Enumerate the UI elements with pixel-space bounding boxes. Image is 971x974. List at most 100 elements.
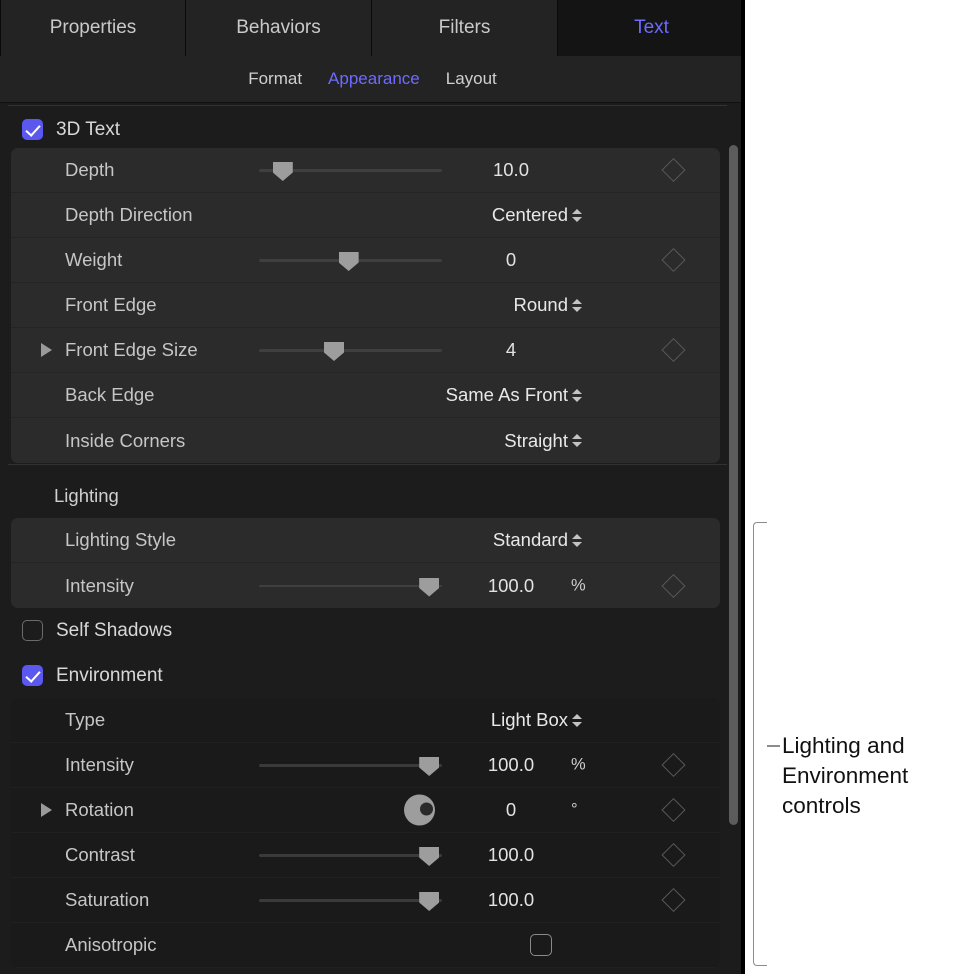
unit-env-intensity: %	[571, 755, 586, 774]
row-inside-corners[interactable]: Inside Corners Straight	[11, 418, 720, 463]
rotation-dial[interactable]	[404, 794, 435, 826]
value-env-type[interactable]: Light Box	[491, 709, 568, 731]
row-front-edge-size[interactable]: Front Edge Size 4	[11, 328, 720, 373]
slider-env-contrast[interactable]	[259, 845, 442, 866]
chevron-updown-icon[interactable]	[572, 530, 582, 550]
slider-knob[interactable]	[338, 252, 359, 271]
keyframe-icon[interactable]	[661, 842, 686, 868]
slider-track	[259, 584, 442, 587]
label-env-saturation: Saturation	[65, 889, 150, 910]
slider-weight[interactable]	[259, 250, 442, 271]
tab-filters[interactable]: Filters	[372, 0, 558, 56]
value-env-saturation[interactable]: 100.0	[451, 889, 571, 911]
row-3d-text[interactable]: 3D Text	[0, 107, 728, 152]
row-env-anisotropic[interactable]: Anisotropic	[11, 923, 720, 968]
value-front-edge-size[interactable]: 4	[451, 339, 571, 361]
checkbox-3d-text[interactable]	[22, 119, 43, 140]
row-env-saturation[interactable]: Saturation 100.0	[11, 878, 720, 923]
slider-front-edge-size[interactable]	[259, 340, 442, 361]
label-inside-corners: Inside Corners	[65, 429, 186, 451]
tab-behaviors[interactable]: Behaviors	[186, 0, 372, 56]
text-inspector-panel: Properties Behaviors Filters Text Format…	[0, 0, 745, 974]
label-3d-text: 3D Text	[56, 118, 121, 140]
chevron-updown-icon[interactable]	[572, 710, 582, 730]
row-back-edge[interactable]: Back Edge Same As Front	[11, 373, 720, 418]
keyframe-icon[interactable]	[661, 752, 686, 778]
keyframe-icon[interactable]	[661, 337, 686, 363]
label-lighting-intensity: Intensity	[65, 574, 134, 596]
label-depth: Depth	[65, 159, 115, 180]
value-lighting-intensity[interactable]: 100.0	[451, 575, 571, 597]
slider-depth[interactable]	[259, 160, 442, 181]
label-env-anisotropic: Anisotropic	[65, 934, 157, 955]
row-weight[interactable]: Weight 0	[11, 238, 720, 283]
value-env-contrast[interactable]: 100.0	[451, 844, 571, 866]
label-env-type: Type	[65, 709, 106, 730]
group-lighting: Lighting Style Standard Intensity 100.0 …	[11, 518, 720, 608]
slider-env-intensity[interactable]	[259, 755, 442, 776]
chevron-updown-icon[interactable]	[572, 295, 582, 315]
slider-knob[interactable]	[419, 892, 440, 911]
inspector-subtab-bar: Format Appearance Layout	[0, 56, 745, 103]
keyframe-icon[interactable]	[661, 247, 686, 273]
row-environment[interactable]: Environment	[0, 653, 728, 698]
label-self-shadows: Self Shadows	[56, 619, 173, 641]
chevron-updown-icon[interactable]	[572, 205, 582, 225]
value-inside-corners[interactable]: Straight	[504, 430, 568, 452]
row-env-contrast[interactable]: Contrast 100.0	[11, 833, 720, 878]
row-front-edge[interactable]: Front Edge Round	[11, 283, 720, 328]
value-weight[interactable]: 0	[451, 249, 571, 271]
value-lighting-style[interactable]: Standard	[493, 529, 568, 551]
row-lighting-intensity[interactable]: Intensity 100.0 %	[11, 563, 720, 608]
row-self-shadows[interactable]: Self Shadows	[0, 608, 728, 653]
label-lighting: Lighting	[54, 484, 119, 506]
tab-text[interactable]: Text	[558, 0, 745, 56]
label-env-contrast: Contrast	[65, 844, 135, 865]
keyframe-icon[interactable]	[661, 797, 686, 823]
value-back-edge[interactable]: Same As Front	[446, 384, 568, 406]
tab-properties[interactable]: Properties	[0, 0, 186, 56]
row-depth[interactable]: Depth 10.0	[11, 148, 720, 193]
label-front-edge: Front Edge	[65, 294, 157, 315]
slider-knob[interactable]	[419, 757, 440, 776]
screenshot-root: Properties Behaviors Filters Text Format…	[0, 0, 971, 974]
subtab-layout[interactable]: Layout	[446, 69, 497, 89]
value-depth-direction[interactable]: Centered	[492, 204, 568, 226]
subtab-appearance[interactable]: Appearance	[328, 69, 420, 89]
value-env-intensity[interactable]: 100.0	[451, 754, 571, 776]
scrollbar-track[interactable]	[727, 103, 741, 974]
chevron-updown-icon[interactable]	[572, 431, 582, 451]
row-env-type[interactable]: Type Light Box	[11, 698, 720, 743]
slider-knob[interactable]	[419, 577, 440, 597]
slider-track	[259, 854, 442, 857]
keyframe-icon[interactable]	[661, 157, 686, 183]
slider-env-saturation[interactable]	[259, 890, 442, 911]
chevron-updown-icon[interactable]	[572, 385, 582, 405]
slider-knob[interactable]	[272, 162, 293, 181]
row-lighting-style[interactable]: Lighting Style Standard	[11, 518, 720, 563]
row-env-intensity[interactable]: Intensity 100.0 %	[11, 743, 720, 788]
slider-lighting-intensity[interactable]	[259, 576, 442, 597]
row-env-rotation[interactable]: Rotation 0 °	[11, 788, 720, 833]
keyframe-icon[interactable]	[661, 887, 686, 913]
subtab-format[interactable]: Format	[248, 69, 302, 89]
value-env-rotation[interactable]: 0	[451, 799, 571, 821]
slider-track	[259, 349, 442, 352]
annotation-text: Lighting and Environment controls	[782, 733, 909, 818]
slider-knob[interactable]	[419, 847, 440, 866]
section-header-lighting: Lighting	[0, 473, 728, 518]
value-depth[interactable]: 10.0	[451, 159, 571, 181]
row-depth-direction[interactable]: Depth Direction Centered	[11, 193, 720, 238]
disclosure-triangle-icon[interactable]	[41, 343, 52, 357]
annotation-brace	[753, 522, 767, 966]
checkbox-self-shadows[interactable]	[22, 620, 43, 641]
checkbox-anisotropic[interactable]	[530, 934, 552, 956]
value-front-edge[interactable]: Round	[513, 294, 568, 316]
checkbox-environment[interactable]	[22, 665, 43, 686]
scrollbar-thumb[interactable]	[729, 145, 738, 825]
label-weight: Weight	[65, 249, 123, 270]
disclosure-triangle-icon[interactable]	[41, 803, 52, 817]
slider-knob[interactable]	[324, 342, 345, 361]
divider-top	[8, 105, 728, 106]
keyframe-icon[interactable]	[661, 573, 686, 598]
